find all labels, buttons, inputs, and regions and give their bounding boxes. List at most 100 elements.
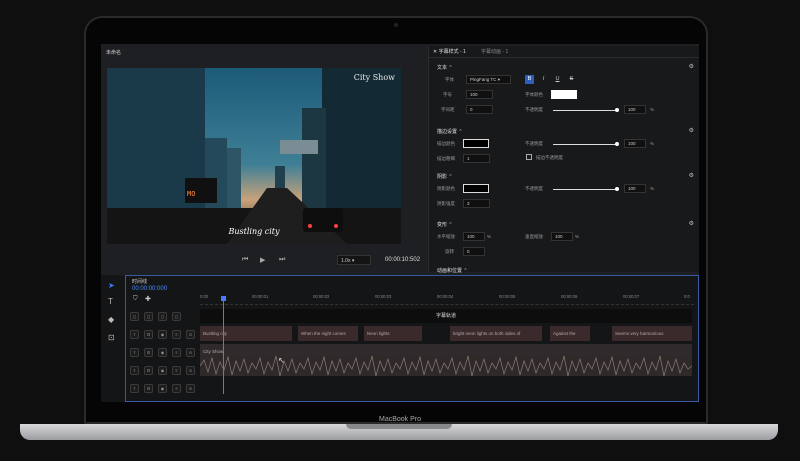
track-menu-button[interactable]: ◻ <box>172 312 181 321</box>
caption-track: T ⊟ ◉ ≡ ⊙ Bustling city When the night c… <box>126 326 699 342</box>
track-list-icon[interactable]: ≡ <box>172 330 181 339</box>
timeline-panel: 时间线 00:00:00:000 ⛉ ✚ 0:00 00:00:01 00:00… <box>125 275 699 402</box>
slider-knob[interactable] <box>615 142 619 146</box>
track-eye-icon[interactable]: ◉ <box>158 330 167 339</box>
shadow-opacity-slider[interactable] <box>553 187 619 191</box>
ruler-label: 00:00:06 <box>561 294 578 299</box>
font-label: 字体 <box>445 77 454 82</box>
underline-button[interactable]: U <box>553 75 562 84</box>
stroke-section-title[interactable]: 描边设置 ⌃ <box>437 128 463 135</box>
text-tool-icon[interactable]: T <box>108 297 113 306</box>
ruler-label: 00:00:03 <box>375 294 392 299</box>
tab-subtitle-animation[interactable]: 字幕动画 - 1 <box>481 48 508 55</box>
track-lock-button[interactable]: ◻ <box>130 312 139 321</box>
animation-section-title[interactable]: 动画和位置 ⌃ <box>437 267 468 274</box>
gear-icon[interactable]: ⚙ <box>689 127 694 134</box>
track-text-button[interactable]: T <box>130 366 139 375</box>
track-lock-icon[interactable]: ⊟ <box>144 384 153 393</box>
stroke-color-label: 描边颜色 <box>437 141 455 146</box>
stroke-opacity-input[interactable]: 100 <box>624 139 646 148</box>
stroke-opacity-slider[interactable] <box>553 142 619 146</box>
play-icon[interactable]: ▶ <box>260 256 265 264</box>
track-lock-icon[interactable]: ⊟ <box>144 330 153 339</box>
stroke-color-swatch[interactable] <box>463 139 489 148</box>
rotate-input[interactable]: 0 <box>463 247 485 256</box>
track-eye-icon[interactable]: ◉ <box>158 384 167 393</box>
gear-icon[interactable]: ⚙ <box>689 63 694 70</box>
add-icon[interactable]: ✚ <box>145 295 151 303</box>
slider-knob[interactable] <box>615 108 619 112</box>
bold-button[interactable]: B <box>525 75 534 84</box>
caption-clip[interactable]: Neon lights <box>364 326 422 341</box>
track-header: T ⊟ ◉ ≡ ⊙ <box>130 326 198 342</box>
track-list-icon[interactable]: ≡ <box>172 366 181 375</box>
track-text-button[interactable]: T <box>130 384 139 393</box>
tag-tool-icon[interactable]: ◆ <box>108 315 114 324</box>
stroke-thickness-input[interactable]: 1 <box>463 154 490 163</box>
subtitle-track-bar[interactable]: 字幕轨道 <box>200 309 692 323</box>
video-title-overlay: City Show <box>353 73 395 82</box>
strikethrough-button[interactable]: S <box>567 75 576 84</box>
italic-button[interactable]: I <box>539 75 548 84</box>
track-lock-icon[interactable]: ⊟ <box>144 348 153 357</box>
track-settings-icon[interactable]: ⊙ <box>186 366 195 375</box>
track-list-icon[interactable]: ≡ <box>172 384 181 393</box>
percent-unit: % <box>575 234 580 239</box>
text-opacity-input[interactable]: 100 <box>624 105 646 114</box>
timeline-timecode: 00:00:00:000 <box>132 286 168 292</box>
spacing-input[interactable]: 0 <box>466 105 493 114</box>
stroke-opacity-checkbox[interactable] <box>526 154 532 160</box>
track-text-button[interactable]: T <box>130 330 139 339</box>
previous-frame-icon[interactable]: ⏮ <box>242 256 248 264</box>
marker-icon[interactable]: ⛉ <box>133 296 138 303</box>
track-eye-icon[interactable]: ◉ <box>158 348 167 357</box>
text-section-label: 文本 <box>437 65 448 71</box>
video-caption: Bustling city <box>228 227 280 236</box>
shadow-opacity-input[interactable]: 100 <box>624 184 646 193</box>
font-select[interactable]: PingFang TC ▾ <box>466 75 511 84</box>
shadow-color-swatch[interactable] <box>463 184 489 193</box>
caption-clip[interactable]: Seems very harmonious <box>612 326 692 341</box>
laptop-base <box>20 424 778 440</box>
track-visibility-button[interactable]: ◻ <box>144 312 153 321</box>
font-color-swatch[interactable] <box>551 90 577 99</box>
ruler-label: 0:00 <box>200 294 209 299</box>
track-list-icon[interactable]: ≡ <box>172 348 181 357</box>
app-window: 未命名 MO City Show Bustling city ⏮ ▶ ⏭ 1.0… <box>101 44 699 402</box>
slider-knob[interactable] <box>615 187 619 191</box>
font-size-input[interactable]: 100 <box>466 90 493 99</box>
next-frame-icon[interactable]: ⏭ <box>279 256 285 264</box>
crop-tool-icon[interactable]: ⊡ <box>108 333 115 342</box>
timeline-ruler[interactable]: 0:00 00:00:01 00:00:02 00:00:03 00:00:04… <box>200 294 694 305</box>
player-controls: ⏮ ▶ ⏭ 1.0x ▾ 00:00:10:502 <box>107 254 420 268</box>
track-mute-button[interactable]: ◻ <box>158 312 167 321</box>
audio-waveform[interactable] <box>200 344 692 378</box>
track-settings-icon[interactable]: ⊙ <box>186 348 195 357</box>
transform-section-title[interactable]: 变形 ⌃ <box>437 221 453 228</box>
select-tool-icon[interactable]: ➤ <box>108 281 115 290</box>
hscale-input[interactable]: 100 <box>463 232 485 241</box>
svg-text:MO: MO <box>187 190 195 198</box>
text-section-title[interactable]: 文本 ⌃ <box>437 64 453 71</box>
shadow-section-title[interactable]: 阴影 ⌃ <box>437 173 453 180</box>
gear-icon[interactable]: ⚙ <box>689 172 694 179</box>
track-text-button[interactable]: T <box>130 348 139 357</box>
track-lock-icon[interactable]: ⊟ <box>144 366 153 375</box>
tab-subtitle-style[interactable]: ✕ 字幕样式 - 1 <box>433 48 466 55</box>
mouse-cursor-icon: ↖ <box>278 356 285 365</box>
track-settings-icon[interactable]: ⊙ <box>186 330 195 339</box>
speed-select[interactable]: 1.0x ▾ <box>337 255 371 265</box>
caption-clip[interactable]: Bustling city <box>200 326 292 341</box>
video-preview[interactable]: MO City Show Bustling city <box>107 68 401 244</box>
shadow-blur-input[interactable]: 3 <box>463 199 490 208</box>
track-eye-icon[interactable]: ◉ <box>158 366 167 375</box>
caption-clip[interactable]: Against the <box>550 326 590 341</box>
playhead[interactable] <box>223 298 224 394</box>
text-opacity-slider[interactable] <box>553 108 619 112</box>
track-header: T ⊟ ◉ ≡ ⊙ <box>130 362 198 378</box>
track-settings-icon[interactable]: ⊙ <box>186 384 195 393</box>
caption-clip[interactable]: bright neon lights on both sides of <box>450 326 542 341</box>
vscale-input[interactable]: 100 <box>551 232 573 241</box>
gear-icon[interactable]: ⚙ <box>689 220 694 227</box>
caption-clip[interactable]: When the night comes <box>298 326 358 341</box>
